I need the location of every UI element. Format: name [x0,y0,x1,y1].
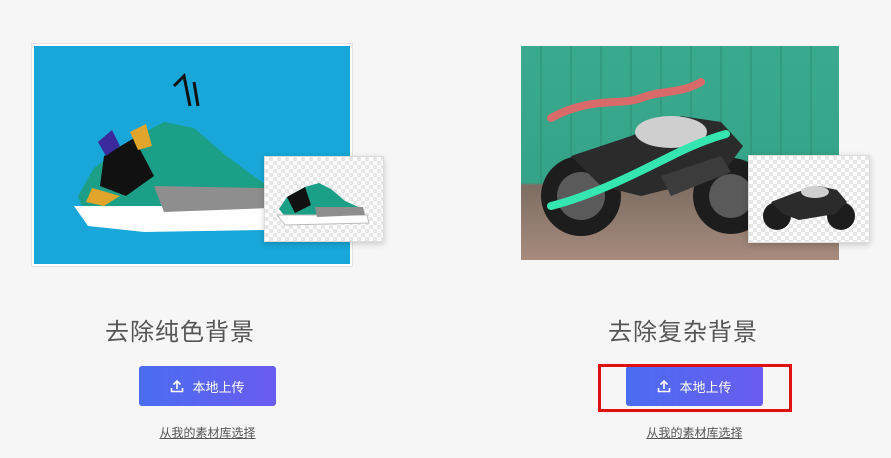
motorcycle-cutout-thumbnail [748,155,870,243]
card-title: 去除纯色背景 [105,318,255,346]
local-upload-button[interactable]: 本地上传 [139,366,276,406]
remove-background-page: 去除纯色背景 本地上传 从我的素材库选择 去除复杂背景 本地上传 从我的素材库选… [0,0,891,458]
card-title: 去除复杂背景 [608,318,758,346]
highlight-annotation-box [598,364,792,412]
select-from-library-link[interactable]: 从我的素材库选择 [626,424,763,441]
upload-icon [170,379,184,393]
solid-background-card: 去除纯色背景 本地上传 从我的素材库选择 [22,0,384,458]
upload-button-label: 本地上传 [192,380,245,396]
select-from-library-link[interactable]: 从我的素材库选择 [139,424,276,441]
sneaker-cutout-thumbnail [264,156,384,242]
